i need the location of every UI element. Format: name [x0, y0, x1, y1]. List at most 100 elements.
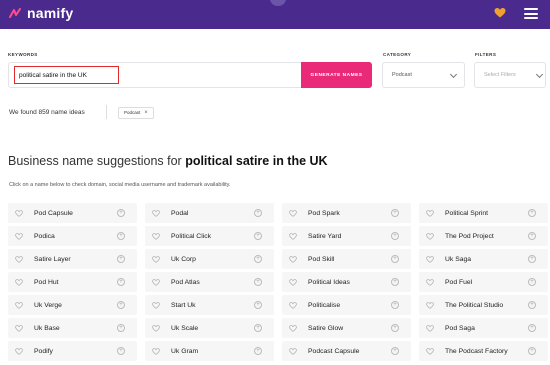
logo[interactable]: namify [9, 5, 73, 21]
heart-outline-icon[interactable] [152, 232, 160, 240]
plus-circle-icon[interactable]: + [254, 232, 262, 240]
name-card[interactable]: Uk Verge + [8, 295, 137, 315]
name-label: Political Ideas [308, 278, 350, 286]
name-card[interactable]: Pod Skill + [282, 249, 411, 269]
name-card[interactable]: Podcast Capsule + [282, 341, 411, 361]
heart-outline-icon[interactable] [152, 324, 160, 332]
plus-circle-icon[interactable]: + [528, 278, 536, 286]
heart-outline-icon[interactable] [426, 347, 434, 355]
plus-circle-icon[interactable]: + [254, 278, 262, 286]
heart-outline-icon[interactable] [426, 324, 434, 332]
chevron-down-icon [535, 70, 544, 79]
plus-circle-icon[interactable]: + [528, 255, 536, 263]
name-card[interactable]: Pod Hut + [8, 272, 137, 292]
generate-names-button[interactable]: GENERATE NAMES [301, 62, 372, 88]
name-card[interactable]: Satire Glow + [282, 318, 411, 338]
name-card[interactable]: Satire Yard + [282, 226, 411, 246]
name-label: Uk Scale [171, 324, 199, 332]
filters-select[interactable]: Select Filters [474, 62, 546, 88]
heart-outline-icon[interactable] [289, 255, 297, 263]
plus-circle-icon[interactable]: + [117, 209, 125, 217]
heart-outline-icon[interactable] [152, 301, 160, 309]
collapse-handle-icon[interactable]: ⌃ [270, 0, 286, 6]
heart-outline-icon[interactable] [15, 232, 23, 240]
name-card[interactable]: Politicalise + [282, 295, 411, 315]
name-card[interactable]: Political Sprint + [419, 203, 548, 223]
plus-circle-icon[interactable]: + [254, 209, 262, 217]
close-icon[interactable]: × [144, 108, 148, 118]
name-card[interactable]: Uk Corp + [145, 249, 274, 269]
heart-outline-icon[interactable] [289, 324, 297, 332]
keyword-input[interactable] [14, 66, 119, 84]
name-card[interactable]: Pod Capsule + [8, 203, 137, 223]
plus-circle-icon[interactable]: + [528, 301, 536, 309]
plus-circle-icon[interactable]: + [391, 232, 399, 240]
name-label: Satire Layer [34, 255, 71, 263]
plus-circle-icon[interactable]: + [391, 278, 399, 286]
heart-outline-icon[interactable] [15, 347, 23, 355]
plus-circle-icon[interactable]: + [254, 324, 262, 332]
name-card[interactable]: Pod Atlas + [145, 272, 274, 292]
plus-circle-icon[interactable]: + [117, 347, 125, 355]
name-card[interactable]: Political Click + [145, 226, 274, 246]
name-label: Podal [171, 209, 189, 217]
plus-circle-icon[interactable]: + [117, 255, 125, 263]
name-card[interactable]: Pod Spark + [282, 203, 411, 223]
name-card[interactable]: Uk Base + [8, 318, 137, 338]
name-card[interactable]: The Pod Project + [419, 226, 548, 246]
heart-icon[interactable] [494, 7, 506, 19]
plus-circle-icon[interactable]: + [117, 324, 125, 332]
plus-circle-icon[interactable]: + [528, 232, 536, 240]
heart-outline-icon[interactable] [426, 278, 434, 286]
name-card[interactable]: Start Uk + [145, 295, 274, 315]
heart-outline-icon[interactable] [152, 209, 160, 217]
category-filter-chip[interactable]: Podcast × [118, 107, 154, 119]
heart-outline-icon[interactable] [15, 255, 23, 263]
plus-circle-icon[interactable]: + [528, 209, 536, 217]
name-card[interactable]: Uk Scale + [145, 318, 274, 338]
name-card[interactable]: Uk Gram + [145, 341, 274, 361]
heart-outline-icon[interactable] [15, 278, 23, 286]
plus-circle-icon[interactable]: + [528, 347, 536, 355]
heart-outline-icon[interactable] [289, 347, 297, 355]
heart-outline-icon[interactable] [152, 278, 160, 286]
heart-outline-icon[interactable] [15, 301, 23, 309]
plus-circle-icon[interactable]: + [391, 209, 399, 217]
heart-outline-icon[interactable] [426, 209, 434, 217]
plus-circle-icon[interactable]: + [391, 255, 399, 263]
heart-outline-icon[interactable] [15, 324, 23, 332]
plus-circle-icon[interactable]: + [117, 278, 125, 286]
name-card[interactable]: The Podcast Factory + [419, 341, 548, 361]
plus-circle-icon[interactable]: + [117, 232, 125, 240]
name-card[interactable]: Pod Saga + [419, 318, 548, 338]
plus-circle-icon[interactable]: + [117, 301, 125, 309]
name-card[interactable]: Podal + [145, 203, 274, 223]
name-card[interactable]: Podify + [8, 341, 137, 361]
plus-circle-icon[interactable]: + [254, 301, 262, 309]
heart-outline-icon[interactable] [152, 255, 160, 263]
plus-circle-icon[interactable]: + [254, 255, 262, 263]
heart-outline-icon[interactable] [426, 232, 434, 240]
plus-circle-icon[interactable]: + [391, 301, 399, 309]
plus-circle-icon[interactable]: + [391, 347, 399, 355]
heart-outline-icon[interactable] [426, 301, 434, 309]
name-card[interactable]: Podica + [8, 226, 137, 246]
heart-outline-icon[interactable] [289, 301, 297, 309]
plus-circle-icon[interactable]: + [528, 324, 536, 332]
plus-circle-icon[interactable]: + [254, 347, 262, 355]
chevron-down-icon [449, 70, 458, 79]
name-card[interactable]: Political Ideas + [282, 272, 411, 292]
name-card[interactable]: Uk Saga + [419, 249, 548, 269]
heart-outline-icon[interactable] [289, 278, 297, 286]
name-card[interactable]: The Political Studio + [419, 295, 548, 315]
plus-circle-icon[interactable]: + [391, 324, 399, 332]
name-card[interactable]: Satire Layer + [8, 249, 137, 269]
heart-outline-icon[interactable] [15, 209, 23, 217]
heart-outline-icon[interactable] [289, 232, 297, 240]
hamburger-menu-icon[interactable] [524, 8, 538, 19]
name-card[interactable]: Pod Fuel + [419, 272, 548, 292]
heart-outline-icon[interactable] [289, 209, 297, 217]
heart-outline-icon[interactable] [152, 347, 160, 355]
heart-outline-icon[interactable] [426, 255, 434, 263]
category-select[interactable]: Podcast [382, 62, 465, 88]
